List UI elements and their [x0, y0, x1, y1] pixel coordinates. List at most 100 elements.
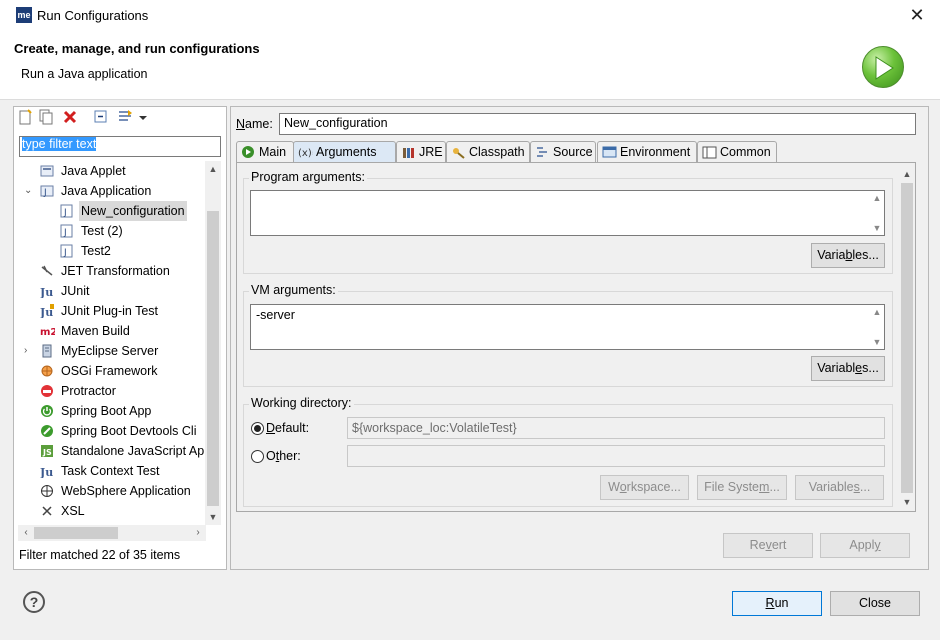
svg-text:(x)=: (x)=	[298, 148, 313, 159]
svg-text:J: J	[43, 188, 47, 198]
tree-item-xsl[interactable]: XSL	[18, 501, 206, 521]
default-directory-input: ${workspace_loc:VolatileTest}	[347, 417, 885, 439]
tab-main[interactable]: Main	[236, 141, 294, 163]
spring-boot-icon	[41, 405, 53, 417]
content-vertical-scrollbar[interactable]: ▲ ▼	[899, 166, 915, 510]
scroll-down-icon[interactable]: ▼	[205, 509, 221, 525]
scroll-up-icon[interactable]: ▲	[899, 166, 915, 182]
javascript-icon: JS	[41, 445, 53, 457]
run-button[interactable]: Run	[732, 591, 822, 616]
program-arguments-label: Program arguments:	[249, 170, 367, 184]
java-config-icon: J	[60, 204, 73, 218]
scroll-thumb[interactable]	[901, 183, 913, 493]
filter-status: Filter matched 22 of 35 items	[19, 548, 181, 562]
tree-item-websphere-application[interactable]: WebSphere Application	[18, 481, 206, 501]
vm-arguments-input[interactable]: -server ▲ ▼	[250, 304, 885, 350]
junit-plugin-icon: Ju	[40, 304, 54, 318]
tab-classpath[interactable]: Classpath	[446, 141, 530, 163]
scroll-thumb[interactable]	[207, 211, 219, 506]
java-config-icon: J	[60, 244, 73, 258]
tab-arguments[interactable]: (x)= Arguments	[293, 141, 396, 164]
new-launch-config-icon[interactable]	[17, 109, 35, 127]
default-label: Default:	[266, 421, 310, 435]
close-icon[interactable]: ✕	[906, 4, 928, 26]
svg-text:JS: JS	[42, 448, 52, 457]
tree-item-new-configuration[interactable]: J New_configuration	[18, 201, 206, 221]
tree-item-spring-boot-devtools[interactable]: Spring Boot Devtools Cli	[18, 421, 206, 441]
chevron-right-icon[interactable]: ›	[24, 341, 27, 361]
filter-input[interactable]: type filter text	[19, 136, 221, 157]
java-application-icon: J	[40, 185, 54, 198]
dropdown-arrow-icon[interactable]	[138, 109, 148, 127]
svg-text:Ju: Ju	[40, 286, 53, 298]
banner-subtitle: Run a Java application	[21, 67, 148, 81]
textarea-scrollbar[interactable]: ▲ ▼	[870, 191, 884, 235]
name-label: Name:	[236, 117, 273, 131]
java-applet-icon	[40, 165, 54, 177]
default-radio[interactable]	[251, 422, 264, 435]
scroll-down-icon[interactable]: ▼	[899, 494, 915, 510]
tree-item-protractor[interactable]: Protractor	[18, 381, 206, 401]
tree-item-task-context-test[interactable]: Ju Task Context Test	[18, 461, 206, 481]
help-icon[interactable]: ?	[23, 591, 45, 613]
tree-item-jet-transformation[interactable]: JET Transformation	[18, 261, 206, 281]
tree-item-test-2[interactable]: J Test (2)	[18, 221, 206, 241]
tab-source[interactable]: Source	[530, 141, 596, 163]
java-config-icon: J	[60, 224, 73, 238]
tab-jre[interactable]: JRE	[396, 141, 446, 163]
main-tab-icon	[242, 146, 254, 158]
workspace-button: Workspace...	[600, 475, 689, 500]
svg-text:m2: m2	[40, 327, 55, 338]
textarea-scrollbar[interactable]: ▲ ▼	[870, 305, 884, 349]
task-context-icon: Ju	[40, 466, 53, 478]
name-input[interactable]: New_configuration	[279, 113, 916, 135]
tree-item-java-application[interactable]: ⌄ J Java Application	[18, 181, 206, 201]
tree-item-standalone-javascript[interactable]: JS Standalone JavaScript Ap	[18, 441, 206, 461]
maven-icon: m2	[40, 327, 55, 338]
tab-common[interactable]: Common	[697, 141, 777, 163]
tab-environment[interactable]: Environment	[597, 141, 697, 163]
program-arguments-input[interactable]: ▲ ▼	[250, 190, 885, 236]
run-play-icon	[862, 46, 904, 88]
tree-item-test2[interactable]: J Test2	[18, 241, 206, 261]
app-logo: me	[16, 7, 32, 23]
svg-text:J: J	[63, 208, 67, 218]
working-directory-label: Working directory:	[249, 396, 354, 410]
arguments-tab-icon: (x)=	[298, 148, 313, 159]
jre-tab-icon	[403, 148, 414, 158]
close-button[interactable]: Close	[830, 591, 920, 616]
tree-item-junit-plugin-test[interactable]: Ju JUnit Plug-in Test	[18, 301, 206, 321]
classpath-tab-icon	[453, 148, 465, 159]
window-title: Run Configurations	[37, 8, 149, 23]
vm-arguments-label: VM arguments:	[249, 283, 338, 297]
scroll-right-icon[interactable]: ›	[190, 525, 206, 541]
config-tree: Java Applet ⌄ J Java Application J New_c…	[18, 161, 206, 523]
common-tab-icon	[702, 146, 717, 159]
tree-horizontal-scrollbar[interactable]: ‹ ›	[18, 525, 206, 541]
apply-button: Apply	[820, 533, 910, 558]
xsl-icon	[42, 506, 52, 516]
vm-variables-button[interactable]: Variables...	[811, 356, 885, 381]
tree-item-osgi-framework[interactable]: OSGi Framework	[18, 361, 206, 381]
collapse-all-icon[interactable]	[93, 109, 111, 127]
scroll-thumb[interactable]	[34, 527, 118, 539]
revert-button: Revert	[723, 533, 813, 558]
program-variables-button[interactable]: Variables...	[811, 243, 885, 268]
tree-item-java-applet[interactable]: Java Applet	[18, 161, 206, 181]
tree-item-spring-boot-app[interactable]: Spring Boot App	[18, 401, 206, 421]
scroll-up-icon[interactable]: ▲	[205, 161, 221, 177]
chevron-down-icon[interactable]: ⌄	[24, 181, 32, 201]
scroll-left-icon[interactable]: ‹	[18, 525, 34, 541]
tree-item-junit[interactable]: Ju JUnit	[18, 281, 206, 301]
other-directory-input	[347, 445, 885, 467]
tree-vertical-scrollbar[interactable]: ▲ ▼	[205, 161, 221, 525]
svg-text:J: J	[63, 248, 67, 258]
duplicate-icon[interactable]	[38, 109, 56, 127]
protractor-icon	[41, 385, 53, 397]
tree-item-maven-build[interactable]: m2 Maven Build	[18, 321, 206, 341]
environment-tab-icon	[602, 146, 617, 158]
other-radio[interactable]	[251, 450, 264, 463]
delete-icon[interactable]	[62, 109, 80, 127]
tree-item-myeclipse-server[interactable]: › MyEclipse Server	[18, 341, 206, 361]
filter-icon[interactable]	[117, 109, 135, 127]
